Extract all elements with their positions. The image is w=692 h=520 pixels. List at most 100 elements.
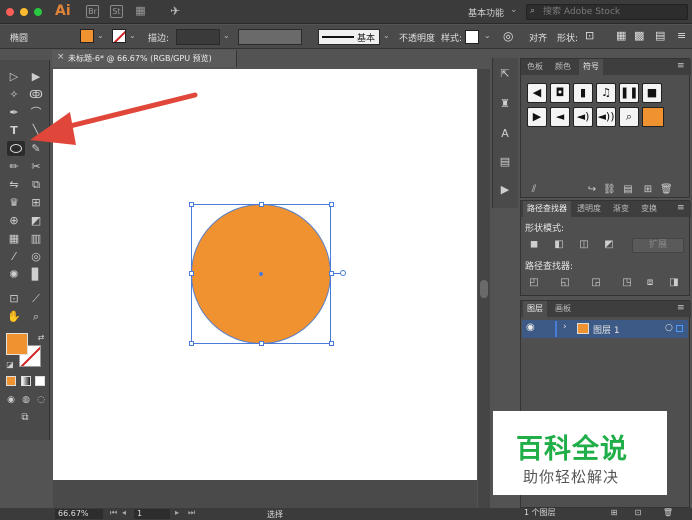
zoom-tool-icon[interactable]: ⌕	[28, 309, 44, 325]
mute-symbol-icon[interactable]: ◄	[550, 107, 570, 127]
pause-symbol-icon[interactable]: ❚❚	[619, 83, 639, 103]
expand-button[interactable]: 扩展	[632, 238, 684, 253]
merge-icon[interactable]: ◲	[590, 277, 602, 289]
resize-handle-bottom-left[interactable]	[189, 341, 194, 346]
pie-widget-handle[interactable]	[340, 270, 346, 276]
volume-high-symbol-icon[interactable]: ◄))	[596, 107, 616, 127]
resize-handle-top-left[interactable]	[189, 202, 194, 207]
selection-tool-icon[interactable]: ▷	[6, 69, 22, 85]
document-tab[interactable]: 未标题-6* @ 66.67% (RGB/GPU 预览)	[52, 50, 237, 67]
align-label[interactable]: 对齐	[529, 31, 547, 44]
resize-handle-top[interactable]	[259, 202, 264, 207]
mesh-tool-icon[interactable]: ▦	[6, 231, 22, 247]
recolor-artwork-icon[interactable]: ◎	[503, 29, 513, 43]
first-page-icon[interactable]: ⏮	[110, 508, 117, 518]
minus-front-icon[interactable]: ◧	[553, 239, 565, 251]
tab-color[interactable]: 颜色	[551, 59, 575, 75]
stock-icon[interactable]: St	[110, 5, 123, 18]
resize-handle-bottom-right[interactable]	[329, 341, 334, 346]
current-tool-status[interactable]: 选择	[267, 509, 283, 520]
paintbrush-tool-icon[interactable]: ✎	[28, 141, 44, 157]
tab-swatches[interactable]: 色板	[523, 59, 547, 75]
align-panel-icon[interactable]: ▤	[497, 154, 513, 170]
character-icon[interactable]: A	[497, 126, 513, 142]
layer-name[interactable]: 图层 1	[593, 323, 620, 336]
shape-properties-icon[interactable]: ⊡	[585, 29, 594, 42]
width-tool-icon[interactable]: ♛	[6, 195, 22, 211]
scissors-tool-icon[interactable]: ✂	[28, 159, 44, 175]
resize-handle-top-right[interactable]	[329, 202, 334, 207]
shape-label[interactable]: 形状:	[557, 31, 578, 44]
column-graph-tool-icon[interactable]: ▊	[28, 267, 44, 283]
last-page-icon[interactable]: ⏭	[188, 508, 195, 518]
volume-low-symbol-icon[interactable]: ◄)	[573, 107, 593, 127]
graphic-style-swatch[interactable]	[465, 30, 479, 44]
search-symbol-icon[interactable]: ⌕	[619, 107, 639, 127]
delete-layer-icon[interactable]: 🗑	[662, 507, 674, 519]
change-screen-mode-icon[interactable]: ⧉	[17, 410, 33, 426]
gpu-performance-icon[interactable]: ✈	[170, 4, 180, 18]
new-layer-icon[interactable]: ⊡	[632, 507, 644, 519]
type-tool-icon[interactable]: T	[6, 123, 22, 139]
crop-icon[interactable]: ◳	[621, 277, 633, 289]
reflect-tool-icon[interactable]: ⇋	[6, 177, 22, 193]
isolate-icon[interactable]: ▩	[634, 29, 644, 42]
visibility-eye-icon[interactable]: ◉	[526, 322, 535, 333]
scale-tool-icon[interactable]: ⧉	[28, 177, 44, 193]
fill-color-swatch[interactable]	[80, 29, 94, 43]
symbol-sprayer-tool-icon[interactable]: ✺	[6, 267, 22, 283]
trim-icon[interactable]: ◱	[559, 277, 571, 289]
variable-width-profile[interactable]	[238, 29, 302, 45]
chevron-down-icon[interactable]: ⌄	[510, 5, 518, 15]
stock-search-input[interactable]: 搜索 Adobe Stock	[526, 4, 688, 20]
break-link-icon[interactable]: ⛓	[603, 184, 616, 196]
swap-fill-stroke-icon[interactable]: ⇄	[33, 330, 49, 346]
hand-tool-icon[interactable]: ✋	[6, 309, 22, 325]
puppet-icon[interactable]: ♜	[497, 96, 513, 112]
draw-normal-icon[interactable]: ◉	[3, 392, 19, 408]
music-symbol-icon[interactable]: ♫	[596, 83, 616, 103]
place-symbol-icon[interactable]: ↪	[586, 184, 598, 196]
exclude-icon[interactable]: ◩	[603, 239, 615, 251]
blend-tool-icon[interactable]: ◎	[28, 249, 44, 265]
lasso-tool-icon[interactable]: ↂ	[28, 87, 44, 103]
camera-symbol-icon[interactable]: ◘	[550, 83, 570, 103]
film-symbol-icon[interactable]: ▮	[573, 83, 593, 103]
horizontal-scroll-area[interactable]	[53, 480, 477, 508]
panel-menu-icon[interactable]: ≡	[677, 203, 685, 213]
minimize-window-button[interactable]	[20, 8, 28, 16]
chevron-down-icon[interactable]: ⌄	[383, 31, 390, 40]
chevron-down-icon[interactable]: ⌄	[97, 31, 104, 40]
divide-icon[interactable]: ◰	[528, 277, 540, 289]
tab-artboards[interactable]: 画板	[551, 301, 575, 317]
eyedropper-tool-icon[interactable]: ⁄	[6, 249, 22, 265]
next-page-icon[interactable]: ▸	[175, 508, 179, 517]
ellipse-tool-icon[interactable]	[7, 141, 25, 156]
chevron-down-icon[interactable]: ⌄	[223, 31, 230, 40]
direct-selection-tool-icon[interactable]: ▶	[28, 69, 44, 85]
chevron-down-icon[interactable]: ⌄	[129, 31, 136, 40]
control-bar-menu-icon[interactable]: ≡	[677, 29, 686, 42]
perspective-grid-tool-icon[interactable]: ◩	[28, 213, 44, 229]
arrange-icon[interactable]: ▦	[616, 29, 626, 42]
selection-indicator[interactable]	[676, 325, 683, 332]
curvature-tool-icon[interactable]: ⌒	[28, 105, 44, 121]
minus-back-icon[interactable]: ◨	[668, 277, 680, 289]
unite-icon[interactable]: ◼	[528, 239, 540, 251]
outline-icon[interactable]: ⧈	[644, 277, 656, 289]
draw-inside-icon[interactable]: ◌	[33, 392, 49, 408]
play-symbol-icon[interactable]: ▶	[527, 107, 547, 127]
stop-symbol-icon[interactable]: ■	[642, 83, 662, 103]
stroke-weight-input[interactable]	[176, 29, 220, 45]
stroke-color-swatch[interactable]	[112, 29, 126, 43]
chevron-down-icon[interactable]: ⌄	[484, 31, 491, 40]
new-sublayer-icon[interactable]: ⊞	[608, 507, 620, 519]
fill-indicator[interactable]	[6, 333, 28, 355]
tab-layers[interactable]: 图层	[523, 301, 547, 317]
intersect-icon[interactable]: ◫	[578, 239, 590, 251]
arrow-symbol-icon[interactable]: ◀	[527, 83, 547, 103]
close-window-button[interactable]	[6, 8, 14, 16]
resize-handle-bottom[interactable]	[259, 341, 264, 346]
pen-tool-icon[interactable]: ✒	[6, 105, 22, 121]
delete-symbol-icon[interactable]: 🗑	[660, 184, 673, 196]
